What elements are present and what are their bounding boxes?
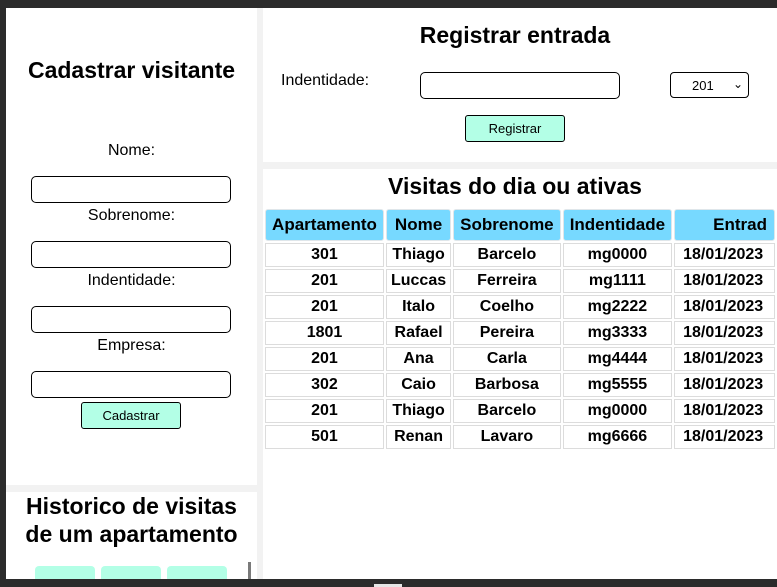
table-header-row: Apartamento Nome Sobrenome Indentidade E… [265,209,775,241]
column-header-name: Nome [385,209,452,241]
history-title-line1: Historico de visitas [26,493,237,519]
left-scrollbar-thumb[interactable] [248,562,251,579]
company-field[interactable] [31,371,231,398]
cell-identity: mg1111 [562,269,673,293]
cell-entry: 18/01/2023 [674,347,775,371]
cell-surname: Pereira [453,321,561,345]
column-header-surname: Sobrenome [453,209,561,241]
register-visitor-button[interactable]: Cadastrar [81,402,181,429]
entry-identity-label: Indentidade: [281,72,370,89]
cell-identity: mg4444 [562,347,673,371]
last-name-field[interactable] [31,241,231,268]
apartment-select[interactable]: 201 ⌄ [670,72,749,98]
cell-entry: 18/01/2023 [674,373,775,397]
register-entry-button[interactable]: Registrar [465,115,565,142]
cell-apartment: 201 [265,269,384,293]
entry-registration-panel: Registrar entrada Indentidade: 201 ⌄ Reg… [263,8,777,162]
cell-identity: mg0000 [562,399,673,423]
cell-apartment: 201 [265,347,384,371]
identity-label: Indentidade: [87,272,176,289]
cell-entry: 18/01/2023 [674,425,775,449]
cell-name: Renan [385,425,452,449]
table-row: 201 Thiago Barcelo mg0000 18/01/2023 [265,399,775,423]
cell-identity: mg6666 [562,425,673,449]
cell-entry: 18/01/2023 [674,399,775,423]
cell-name: Thiago [385,399,452,423]
table-row: 302 Caio Barbosa mg5555 18/01/2023 [265,373,775,397]
window-bottom-edge [0,579,777,587]
entry-title: Registrar entrada [419,22,611,48]
column-header-identity: Indentidade [562,209,673,241]
table-row: 501 Renan Lavaro mg6666 18/01/2023 [265,425,775,449]
table-row: 201 Luccas Ferreira mg1111 18/01/2023 [265,269,775,293]
cell-identity: mg3333 [562,321,673,345]
cell-apartment: 1801 [265,321,384,345]
column-header-apartment: Apartamento [265,209,384,241]
cell-surname: Carla [453,347,561,371]
cell-entry: 18/01/2023 [674,295,775,319]
table-row: 201 Ana Carla mg4444 18/01/2023 [265,347,775,371]
app-frame: Cadastrar visitante Nome: Sobrenome: Ind… [6,8,777,579]
history-title: Historico de visitas de um apartamento [6,492,257,548]
company-label: Empresa: [97,337,166,354]
table-row: 201 Italo Coelho mg2222 18/01/2023 [265,295,775,319]
cell-apartment: 201 [265,295,384,319]
cell-entry: 18/01/2023 [674,269,775,293]
cell-apartment: 302 [265,373,384,397]
cell-identity: mg2222 [562,295,673,319]
visits-table: Apartamento Nome Sobrenome Indentidade E… [263,207,777,451]
first-name-label: Nome: [107,142,156,159]
apartment-history-panel: Historico de visitas de um apartamento [6,492,257,579]
history-button[interactable] [35,566,95,579]
cell-surname: Lavaro [453,425,561,449]
cell-identity: mg0000 [562,243,673,267]
visitor-registration-panel: Cadastrar visitante Nome: Sobrenome: Ind… [6,8,257,485]
chevron-down-icon: ⌄ [732,77,743,91]
cell-identity: mg5555 [562,373,673,397]
history-title-line2: de um apartamento [25,521,238,547]
identity-field[interactable] [31,306,231,333]
cell-name: Luccas [385,269,452,293]
cell-apartment: 201 [265,399,384,423]
cell-name: Thiago [385,243,452,267]
visits-title: Visitas do dia ou ativas [388,173,642,199]
visits-panel: Visitas do dia ou ativas Apartamento Nom… [263,169,777,579]
cell-surname: Barbosa [453,373,561,397]
cell-apartment: 501 [265,425,384,449]
first-name-field[interactable] [31,176,231,203]
registration-title: Cadastrar visitante [27,57,236,83]
history-button[interactable] [167,566,227,579]
cell-surname: Coelho [453,295,561,319]
cell-name: Rafael [385,321,452,345]
history-button[interactable] [101,566,161,579]
cell-name: Caio [385,373,452,397]
cell-surname: Barcelo [453,399,561,423]
column-header-entry: Entrad [674,209,775,241]
apartment-select-value: 201 [692,77,714,93]
cell-surname: Barcelo [453,243,561,267]
cell-apartment: 301 [265,243,384,267]
cell-entry: 18/01/2023 [674,321,775,345]
table-row: 1801 Rafael Pereira mg3333 18/01/2023 [265,321,775,345]
cell-name: Ana [385,347,452,371]
entry-identity-field[interactable] [420,72,620,99]
last-name-label: Sobrenome: [87,207,176,224]
cell-entry: 18/01/2023 [674,243,775,267]
cell-name: Italo [385,295,452,319]
table-row: 301 Thiago Barcelo mg0000 18/01/2023 [265,243,775,267]
cell-surname: Ferreira [453,269,561,293]
